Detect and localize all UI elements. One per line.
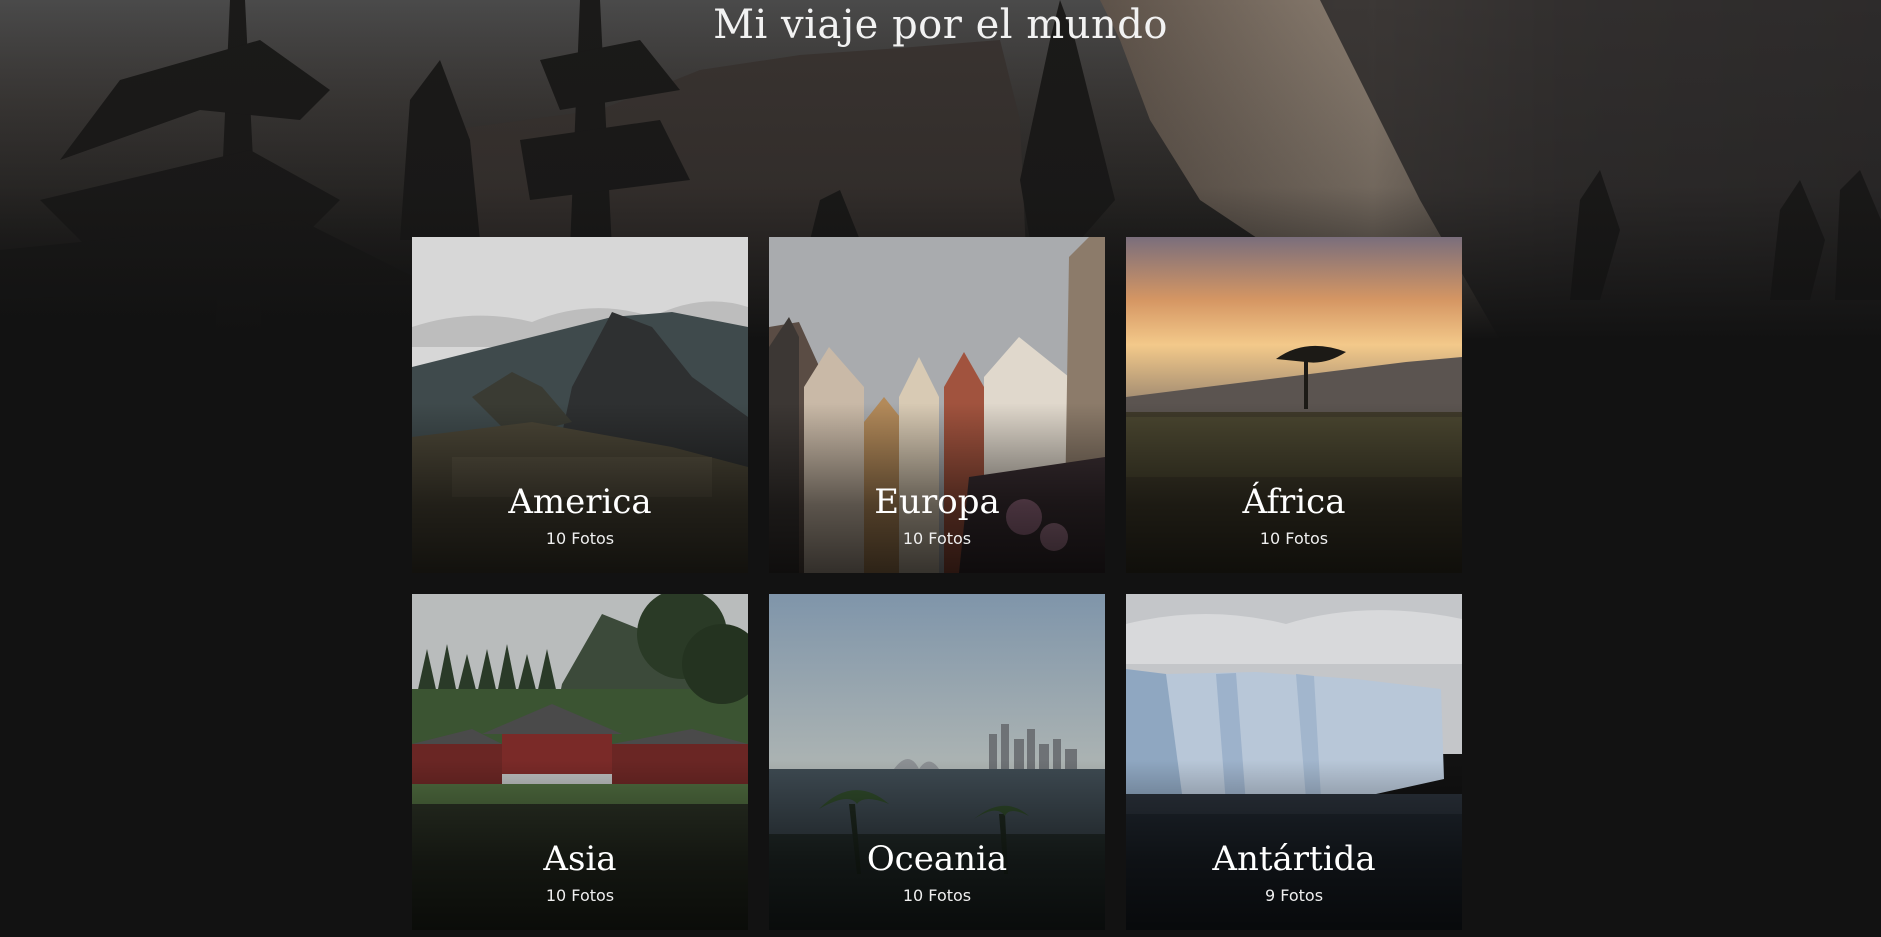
continent-card-asia[interactable]: Asia 10 Fotos	[412, 594, 748, 930]
photo-count: 9 Fotos	[1264, 886, 1324, 905]
continent-name: África	[1242, 482, 1346, 522]
continent-gallery: America 10 Fotos Europa 10 Fotos África …	[412, 237, 1463, 930]
continent-card-america[interactable]: America 10 Fotos	[412, 237, 748, 573]
continent-name: Antártida	[1212, 839, 1376, 879]
continent-card-antartida[interactable]: Antártida 9 Fotos	[1126, 594, 1462, 930]
continent-card-oceania[interactable]: Oceania 10 Fotos	[769, 594, 1105, 930]
continent-name: Europa	[874, 482, 1000, 522]
continent-name: Asia	[543, 839, 617, 879]
continent-name: America	[508, 482, 652, 522]
photo-count: 10 Fotos	[545, 886, 615, 905]
continent-card-europa[interactable]: Europa 10 Fotos	[769, 237, 1105, 573]
page-title: Mi viaje por el mundo	[713, 2, 1168, 48]
photo-count: 10 Fotos	[545, 529, 615, 548]
continent-name: Oceania	[866, 839, 1008, 879]
photo-count: 10 Fotos	[902, 529, 972, 548]
photo-count: 10 Fotos	[902, 886, 972, 905]
continent-card-africa[interactable]: África 10 Fotos	[1126, 237, 1462, 573]
photo-count: 10 Fotos	[1259, 529, 1329, 548]
